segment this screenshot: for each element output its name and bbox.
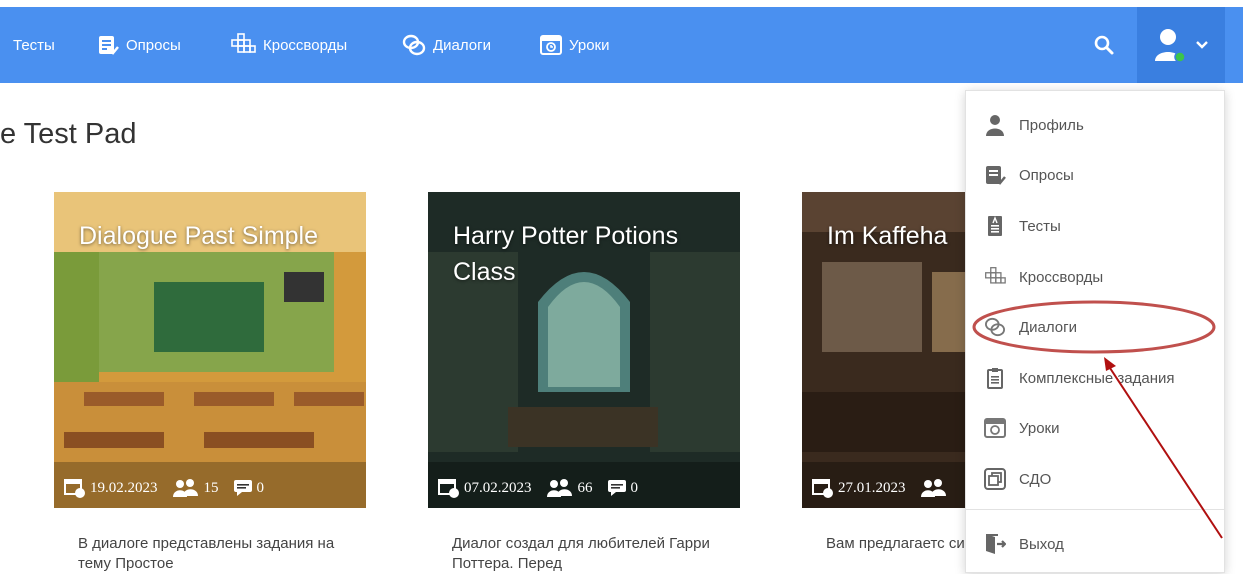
menu-item-label: Уроки: [1019, 419, 1060, 437]
menu-item-label: Выход: [1019, 535, 1064, 553]
nav-dialogs-label: Диалоги: [433, 36, 491, 54]
lesson-icon: [540, 35, 562, 55]
chevron-down-icon: [1196, 41, 1208, 49]
user-menu-button[interactable]: [1137, 7, 1225, 83]
menu-item-tests[interactable]: Тесты: [966, 204, 1224, 248]
logout-icon: [986, 534, 1006, 554]
comment-icon: [607, 480, 626, 496]
lesson-icon: [984, 418, 1006, 438]
card-comments: 0: [630, 479, 639, 496]
card-meta: 07.02.2023 66 0: [438, 477, 652, 499]
nav-crosswords-label: Кроссворды: [263, 36, 348, 54]
menu-item-logout[interactable]: Выход: [966, 522, 1224, 566]
lms-icon: [984, 468, 1006, 490]
menu-item-label: Комплексные задания: [1019, 369, 1175, 387]
page-title: e Test Pad: [0, 118, 137, 150]
crossword-icon: [231, 33, 256, 53]
users-icon: [920, 479, 946, 497]
menu-item-label: Профиль: [1019, 116, 1084, 134]
card-image[interactable]: Harry Potter Potions Class 07.02.2023 66…: [428, 192, 740, 508]
users-icon: [172, 479, 198, 497]
card-meta: 19.02.2023 15 0: [64, 477, 278, 499]
menu-item-profile[interactable]: Профиль: [966, 103, 1224, 147]
calendar-icon: [64, 479, 85, 498]
dialog-card[interactable]: Harry Potter Potions Class 07.02.2023 66…: [428, 192, 740, 572]
dialog-card[interactable]: Dialogue Past Simple 19.02.2023 15 0 В д…: [54, 192, 366, 572]
user-icon: [1155, 29, 1186, 63]
menu-item-crosswords[interactable]: Кроссворды: [966, 255, 1224, 299]
survey-icon: [986, 166, 1006, 185]
calendar-icon: [438, 479, 459, 498]
top-nav-bar: Тесты Опросы Кроссворды Диалоги Уроки: [0, 7, 1243, 83]
nav-crosswords[interactable]: Кроссворды: [230, 7, 347, 83]
nav-tests-label: Тесты: [13, 36, 55, 54]
menu-item-label: Кроссворды: [1019, 268, 1104, 286]
menu-item-label: Диалоги: [1019, 318, 1077, 336]
menu-divider: [966, 509, 1224, 510]
nav-surveys[interactable]: Опросы: [97, 7, 181, 83]
users-icon: [546, 479, 572, 497]
card-meta: 27.01.2023: [812, 477, 966, 499]
menu-item-label: Опросы: [1019, 166, 1074, 184]
nav-surveys-label: Опросы: [126, 36, 181, 54]
card-description: В диалоге представлены задания на тему П…: [78, 535, 335, 572]
dialog-icon: [985, 317, 1005, 337]
menu-item-surveys[interactable]: Опросы: [966, 153, 1224, 197]
nav-tests[interactable]: Тесты: [13, 7, 55, 83]
nav-lessons-label: Уроки: [569, 36, 610, 54]
nav-lessons[interactable]: Уроки: [540, 7, 609, 83]
menu-item-label: СДО: [1019, 470, 1052, 488]
user-dropdown-menu: Профиль Опросы Тесты Кроссворды Диалоги …: [965, 90, 1225, 573]
card-date: 19.02.2023: [90, 479, 158, 496]
menu-item-lms[interactable]: СДО: [966, 457, 1224, 501]
nav-dialogs[interactable]: Диалоги: [402, 7, 491, 83]
comment-icon: [233, 480, 252, 496]
card-date: 07.02.2023: [464, 479, 532, 496]
menu-item-complex-tasks[interactable]: Комплексные задания: [966, 356, 1224, 400]
complex-task-icon: [987, 368, 1003, 389]
card-participants: 15: [203, 479, 219, 496]
dialog-icon: [402, 34, 426, 56]
menu-item-label: Тесты: [1019, 217, 1061, 235]
search-button[interactable]: [1093, 7, 1115, 83]
calendar-icon: [812, 479, 833, 498]
card-comments: 0: [256, 479, 265, 496]
card-date: 27.01.2023: [838, 479, 906, 496]
test-icon: [988, 216, 1002, 236]
card-participants: 66: [577, 479, 593, 496]
card-image[interactable]: Dialogue Past Simple 19.02.2023 15 0: [54, 192, 366, 508]
survey-icon: [99, 36, 119, 55]
card-title: Dialogue Past Simple: [79, 222, 319, 250]
profile-icon: [986, 115, 1004, 136]
menu-item-lessons[interactable]: Уроки: [966, 406, 1224, 450]
crossword-icon: [985, 267, 1006, 284]
search-icon: [1094, 35, 1114, 55]
menu-item-dialogs[interactable]: Диалоги: [966, 305, 1224, 349]
card-description: Диалог создал для любителей Гарри Поттер…: [452, 535, 710, 572]
card-title: Harry Potter Potions Class: [453, 222, 679, 286]
